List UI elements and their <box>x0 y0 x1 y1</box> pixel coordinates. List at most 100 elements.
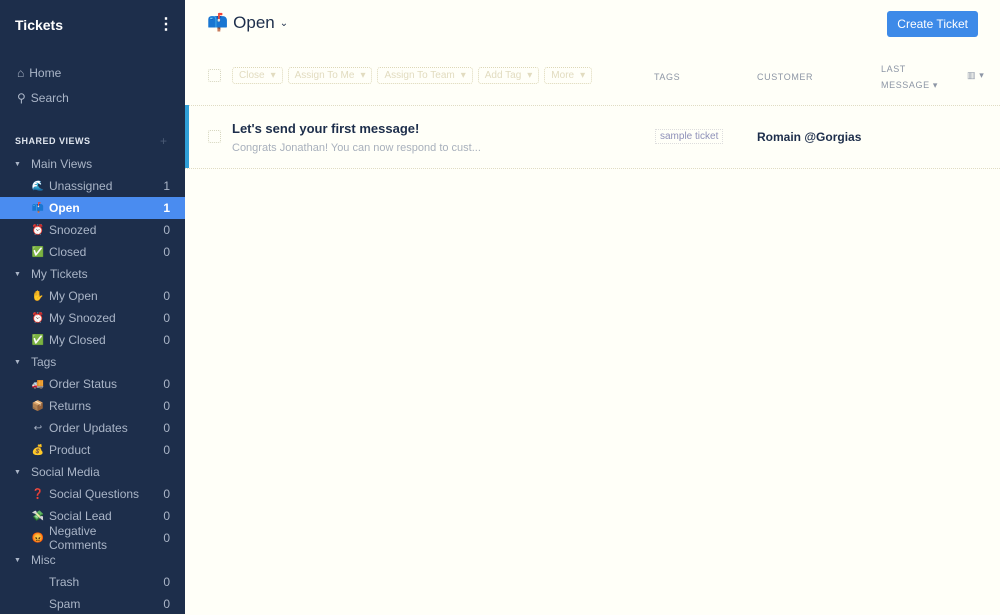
ticket-subject[interactable]: Let's send your first message! <box>232 121 419 136</box>
group-label: Social Media <box>30 465 100 479</box>
view-label: Snoozed <box>49 223 97 237</box>
action-label: Close <box>239 70 265 81</box>
view-item[interactable]: ✋ My Open 0 <box>0 285 185 307</box>
view-item[interactable]: ❓ Social Questions 0 <box>0 483 185 505</box>
view-label: Social Lead <box>49 509 112 523</box>
ticket-customer: Romain @Gorgias <box>757 130 862 144</box>
view-emoji-icon: 📫 <box>31 202 45 214</box>
view-emoji-icon: 💰 <box>31 444 45 456</box>
action-button[interactable]: Assign To Team ▾ <box>377 67 473 84</box>
view-item[interactable]: Spam 0 <box>0 593 185 615</box>
view-count: 0 <box>163 443 170 457</box>
view-emoji-icon: ⏰ <box>31 312 45 324</box>
view-emoji-icon: ✅ <box>31 246 45 258</box>
view-item[interactable]: ⏰ Snoozed 0 <box>0 219 185 241</box>
shared-views-heading: SHARED VIEWS <box>15 136 91 146</box>
view-count: 0 <box>163 223 170 237</box>
view-item[interactable]: ✅ My Closed 0 <box>0 329 185 351</box>
view-emoji-icon: ↩ <box>33 422 43 434</box>
view-emoji-icon: 😡 <box>31 532 45 544</box>
view-item[interactable]: 🚚 Order Status 0 <box>0 373 185 395</box>
view-label: Product <box>49 443 91 457</box>
view-label: Order Status <box>49 377 118 391</box>
view-count: 1 <box>163 201 170 215</box>
view-emoji-icon: 💸 <box>31 510 45 522</box>
caret-down-icon: ▾ <box>360 70 366 81</box>
view-label: My Open <box>49 289 98 303</box>
action-button[interactable]: Add Tag ▾ <box>477 67 540 84</box>
group-label: Main Views <box>30 157 93 171</box>
sidebar-title: Tickets <box>15 17 63 33</box>
view-item[interactable]: 💰 Product 0 <box>0 439 185 461</box>
create-ticket-button[interactable]: Create Ticket <box>887 11 978 37</box>
view-item[interactable]: ⏰ My Snoozed 0 <box>0 307 185 329</box>
view-title-dropdown[interactable]: 📫 Open ⌄ <box>207 13 288 33</box>
chevron-down-icon: ⌄ <box>279 17 289 29</box>
ticket-checkbox[interactable] <box>208 130 221 143</box>
view-count: 0 <box>163 311 170 325</box>
view-label: Open <box>49 201 80 215</box>
action-label: Assign To Team <box>384 70 455 81</box>
columns-settings-icon[interactable]: ▥ ▾ <box>967 70 984 81</box>
nav-search[interactable]: ⚲ Search <box>17 91 69 105</box>
view-title: Open <box>233 13 275 32</box>
view-label: Trash <box>49 575 80 589</box>
group-label: Tags <box>30 355 57 369</box>
sidebar: Tickets ⋮ ⌂ Home ⚲ Search SHARED VIEWS + ▼… <box>0 0 185 614</box>
view-item[interactable]: Trash 0 <box>0 571 185 593</box>
view-emoji-icon: 🚚 <box>31 378 45 390</box>
view-label: My Snoozed <box>49 311 116 325</box>
view-count: 0 <box>163 399 170 413</box>
group-0[interactable]: ▼ Main Views <box>0 153 185 175</box>
select-all-checkbox[interactable] <box>208 69 221 82</box>
group-label: My Tickets <box>30 267 88 281</box>
action-label: Add Tag <box>484 70 522 81</box>
caret-down-icon: ▾ <box>460 70 466 81</box>
column-tags[interactable]: TAGS <box>654 72 680 82</box>
column-customer[interactable]: CUSTOMER <box>757 72 813 82</box>
group-2[interactable]: ▼ Tags <box>0 351 185 373</box>
action-button[interactable]: More ▾ <box>544 67 593 84</box>
more-menu-icon[interactable]: ⋮ <box>158 14 174 34</box>
view-count: 0 <box>163 531 170 545</box>
nav-home[interactable]: ⌂ Home <box>17 66 61 80</box>
group-4[interactable]: ▼ Misc <box>0 549 185 571</box>
home-icon: ⌂ <box>17 66 25 80</box>
view-item[interactable]: 📦 Returns 0 <box>0 395 185 417</box>
caret-down-icon: ▾ <box>270 70 276 81</box>
column-last-message-sort[interactable]: MESSAGE ▾ <box>881 80 938 91</box>
nav-label: Search <box>30 91 69 105</box>
view-emoji-icon: ❓ <box>31 488 45 500</box>
view-label: My Closed <box>49 333 106 347</box>
view-count: 0 <box>163 487 170 501</box>
view-count: 0 <box>163 289 170 303</box>
action-button[interactable]: Close ▾ <box>232 67 283 84</box>
action-button[interactable]: Assign To Me ▾ <box>287 67 373 84</box>
ticket-preview: Congrats Jonathan! You can now respond t… <box>232 142 481 154</box>
view-label: Order Updates <box>49 421 128 435</box>
view-label: Spam <box>49 597 81 611</box>
caret-down-icon: ▼ <box>14 556 21 564</box>
view-label: Closed <box>49 245 87 259</box>
group-1[interactable]: ▼ My Tickets <box>0 263 185 285</box>
caret-down-icon: ▼ <box>14 358 21 366</box>
add-view-icon[interactable]: + <box>160 134 167 148</box>
view-label: Unassigned <box>49 179 113 193</box>
view-emoji-icon: 🌊 <box>31 180 45 192</box>
view-count: 0 <box>163 509 170 523</box>
view-emoji-icon: ✅ <box>31 334 45 346</box>
ticket-row[interactable] <box>185 105 1000 168</box>
caret-down-icon: ▾ <box>527 70 533 81</box>
view-item[interactable]: ↩ Order Updates 0 <box>0 417 185 439</box>
view-item[interactable]: 📫 Open 1 <box>0 197 185 219</box>
view-item[interactable]: 😡 Negative Comments 0 <box>0 524 185 552</box>
nav-label: Home <box>29 66 62 80</box>
action-label: Assign To Me <box>294 70 355 81</box>
caret-down-icon: ▼ <box>14 160 21 168</box>
column-last-message[interactable]: LAST <box>881 64 906 74</box>
view-item[interactable]: ✅ Closed 0 <box>0 241 185 263</box>
view-item[interactable]: 🌊 Unassigned 1 <box>0 175 185 197</box>
group-3[interactable]: ▼ Social Media <box>0 461 185 483</box>
main: 📫 Open ⌄ Create Ticket Close ▾ Assign To Me ▾… <box>185 0 1000 614</box>
view-count: 0 <box>163 597 170 611</box>
